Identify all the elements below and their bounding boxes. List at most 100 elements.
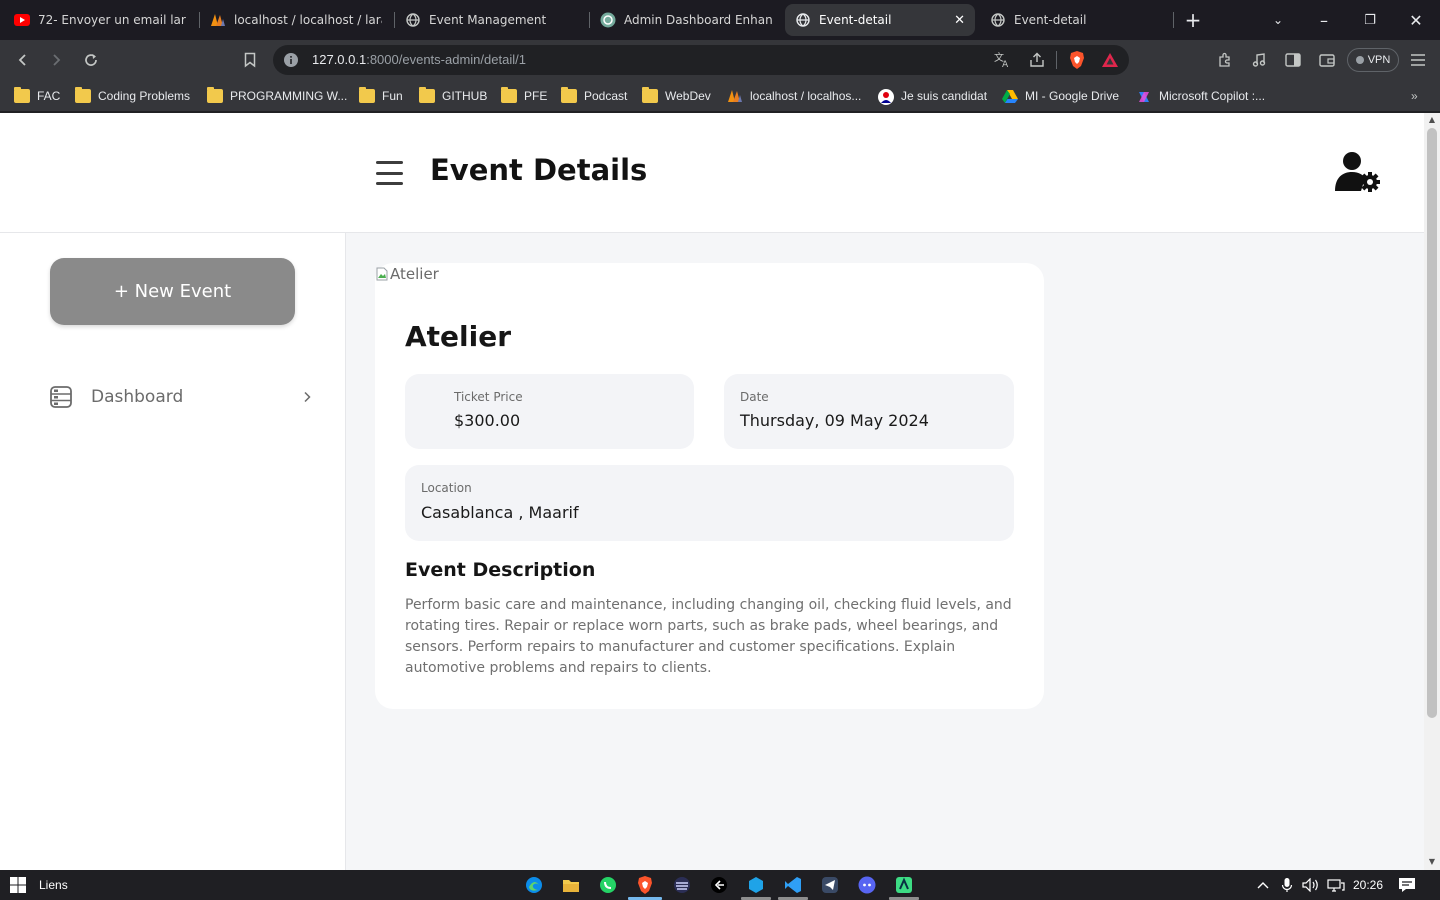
bookmark-localhost[interactable]: localhost / localhos...	[727, 86, 861, 106]
bookmark-coding-problems[interactable]: Coding Problems	[75, 86, 190, 106]
tab-label: Event Management	[429, 13, 547, 27]
vpn-label: VPN	[1367, 54, 1391, 66]
bookmark-copilot[interactable]: Microsoft Copilot :...	[1136, 86, 1265, 106]
tab-label: Event-detail	[819, 13, 892, 27]
translate-icon[interactable]: 文A	[993, 51, 1011, 73]
share-icon[interactable]	[1028, 51, 1046, 73]
tab-phpmyadmin[interactable]: localhost / localhost / larave	[200, 4, 392, 36]
windows-start-icon[interactable]	[8, 875, 28, 895]
tab-youtube[interactable]: 72- Envoyer un email laravel	[4, 4, 196, 36]
google-drive-icon	[1002, 89, 1018, 103]
stacked-app-icon[interactable]	[672, 875, 692, 895]
scroll-down-icon[interactable]: ▼	[1427, 857, 1437, 866]
microphone-icon[interactable]	[1277, 875, 1297, 895]
date-box: Date Thursday, 09 May 2024	[724, 374, 1014, 449]
app-hexagon-icon[interactable]	[746, 875, 766, 895]
tab-chatgpt[interactable]: Admin Dashboard Enhancem	[590, 4, 782, 36]
tab-label: Admin Dashboard Enhancem	[624, 13, 772, 27]
event-image-alt: Atelier	[390, 265, 439, 283]
bookmark-label: localhost / localhos...	[750, 89, 862, 103]
taskbar-search-label[interactable]: Liens	[39, 878, 68, 892]
tab-search-chevron-icon[interactable]: ⌄	[1266, 8, 1290, 32]
bookmark-fac[interactable]: FAC	[14, 86, 60, 106]
svg-text:A: A	[1002, 60, 1009, 69]
sidebar-item-dashboard[interactable]: Dashboard	[50, 383, 312, 411]
event-description-title: Event Description	[405, 559, 596, 581]
discord-icon[interactable]	[857, 875, 877, 895]
file-explorer-icon[interactable]	[561, 875, 581, 895]
clock-time[interactable]: 20:26	[1353, 878, 1383, 892]
restore-icon[interactable]: ❐	[1358, 8, 1382, 32]
tab-event-management[interactable]: Event Management	[395, 4, 587, 36]
tab-label: Event-detail	[1014, 13, 1087, 27]
tab-event-detail[interactable]: Event-detail	[980, 4, 1172, 36]
close-window-icon[interactable]: ✕	[1404, 8, 1428, 32]
extensions-icon[interactable]	[1213, 48, 1237, 72]
vpn-button[interactable]: VPN	[1347, 48, 1399, 72]
brave-rewards-icon[interactable]	[1101, 51, 1119, 73]
notifications-icon[interactable]	[1397, 875, 1417, 895]
admin-settings-icon[interactable]	[1333, 151, 1381, 195]
bookmark-label: Microsoft Copilot :...	[1159, 89, 1266, 103]
bookmark-google-drive[interactable]: MI - Google Drive	[1002, 86, 1119, 106]
hamburger-menu-icon[interactable]	[376, 161, 403, 185]
scroll-up-icon[interactable]: ▲	[1427, 115, 1437, 124]
tab-event-detail-active[interactable]: Event-detail ✕	[785, 4, 975, 36]
minimize-icon[interactable]: –	[1312, 8, 1336, 32]
telegram-icon[interactable]	[820, 875, 840, 895]
bookmark-pfe[interactable]: PFE	[501, 86, 547, 106]
divider	[1056, 51, 1057, 69]
bookmark-programming[interactable]: PROGRAMMING W...	[207, 86, 347, 106]
vscode-icon[interactable]	[783, 875, 803, 895]
ticket-price-label: Ticket Price	[454, 390, 523, 404]
page-header: Event Details	[0, 113, 1424, 233]
bookmark-label: FAC	[37, 89, 61, 103]
sidebar-toggle-icon[interactable]	[1281, 48, 1305, 72]
show-hidden-icons-icon[interactable]	[1253, 875, 1273, 895]
bookmark-podcast[interactable]: Podcast	[561, 86, 627, 106]
more-bookmarks-icon[interactable]: »	[1411, 86, 1418, 106]
bookmark-fun[interactable]: Fun	[359, 86, 403, 106]
bookmark-webdev[interactable]: WebDev	[642, 86, 711, 106]
ticket-price-value: $300.00	[454, 411, 521, 430]
page-title: Event Details	[430, 153, 648, 187]
menu-icon[interactable]	[1406, 48, 1430, 72]
tab-label: localhost / localhost / larave	[234, 13, 382, 27]
new-tab-icon[interactable]: +	[1181, 8, 1205, 32]
address-bar[interactable]: 127.0.0.1:8000/events-admin/detail/1 文A	[273, 45, 1129, 75]
site-info-icon[interactable]	[283, 52, 299, 68]
bookmark-label: PROGRAMMING W...	[230, 89, 348, 103]
bookmark-label: MI - Google Drive	[1025, 89, 1120, 103]
new-event-button[interactable]: + New Event	[50, 258, 295, 325]
folder-icon	[207, 87, 223, 103]
scrollbar-thumb[interactable]	[1427, 128, 1437, 718]
event-image: Atelier	[375, 265, 439, 283]
person-icon	[878, 89, 894, 105]
bookmark-je-suis-candidat[interactable]: Je suis candidat	[878, 86, 987, 106]
wallet-icon[interactable]	[1315, 48, 1339, 72]
volume-icon[interactable]	[1301, 875, 1321, 895]
reload-icon[interactable]	[79, 48, 103, 72]
android-studio-icon[interactable]	[894, 875, 914, 895]
forward-icon[interactable]	[44, 48, 68, 72]
bookmark-icon[interactable]	[238, 48, 262, 72]
url-host: 127.0.0.1	[312, 52, 367, 67]
tab-strip: 72- Envoyer un email laravel localhost /…	[0, 0, 1440, 40]
close-tab-icon[interactable]: ✕	[946, 13, 965, 28]
edge-icon[interactable]	[524, 875, 544, 895]
copilot-icon	[1136, 89, 1152, 103]
media-icon[interactable]	[1247, 48, 1271, 72]
bookmark-label: Podcast	[584, 89, 628, 103]
bookmark-github[interactable]: GITHUB	[419, 86, 487, 106]
url-text[interactable]: 127.0.0.1:8000/events-admin/detail/1	[312, 52, 526, 67]
github-icon[interactable]	[709, 875, 729, 895]
brave-shields-icon[interactable]	[1068, 50, 1086, 74]
chevron-right-icon	[302, 388, 312, 407]
brave-browser-icon[interactable]	[635, 875, 655, 895]
globe-icon	[405, 12, 421, 28]
date-label: Date	[740, 390, 769, 404]
back-icon[interactable]	[11, 48, 35, 72]
network-icon[interactable]	[1326, 875, 1346, 895]
whatsapp-icon[interactable]	[598, 875, 618, 895]
location-box: Location Casablanca , Maarif	[405, 465, 1014, 541]
